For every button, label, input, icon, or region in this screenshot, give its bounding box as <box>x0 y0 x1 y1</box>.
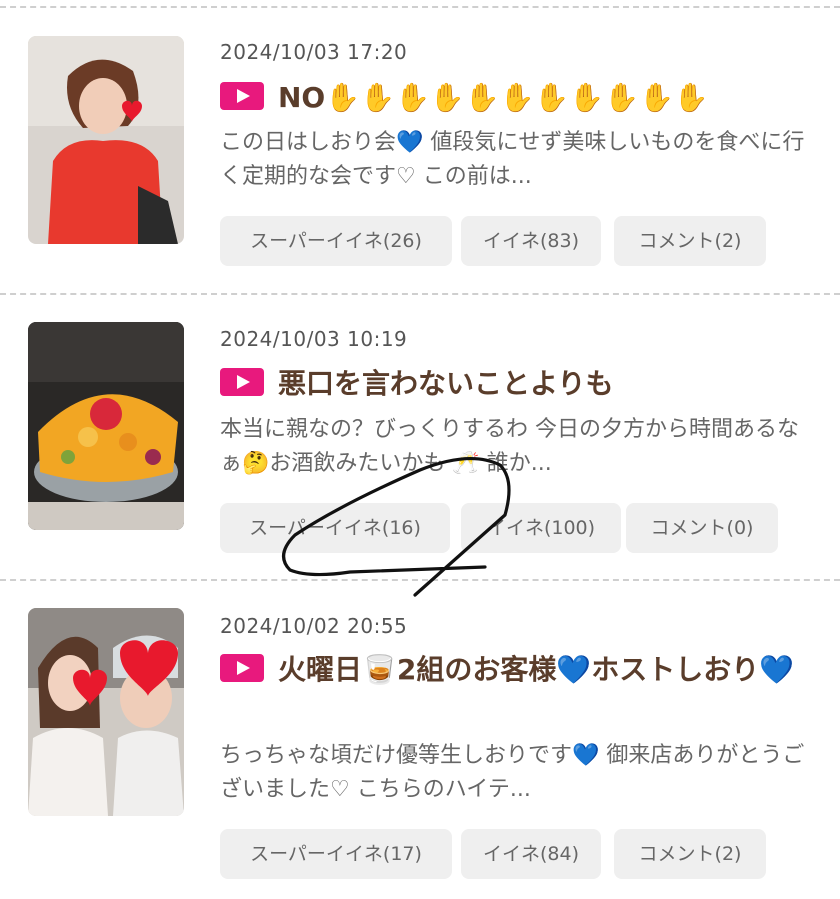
post-thumbnail[interactable] <box>28 608 184 816</box>
divider <box>0 579 840 581</box>
super-like-button[interactable]: スーパーイイネ(26) <box>220 216 452 266</box>
comment-button[interactable]: コメント(2) <box>614 216 766 266</box>
comment-button[interactable]: コメント(2) <box>614 829 766 879</box>
like-button[interactable]: イイネ(84) <box>461 829 601 879</box>
post-excerpt: 本当に親なの？びっくりするわ 今日の夕方から時間あるなぁ🤔お酒飲みたいかも 🥂 … <box>220 417 799 476</box>
post-title-text: NO✋✋✋✋✋✋✋✋✋✋✋ <box>278 81 709 114</box>
post-title-text: 火曜日🥃2組のお客様💙ホストしおり💙 <box>278 653 795 686</box>
post-excerpt: ちっちゃな頃だけ優等生しおりです💙 御来店ありがとうございました♡ こちらのハイ… <box>220 743 805 802</box>
divider <box>0 6 840 8</box>
comment-button[interactable]: コメント(0) <box>626 503 778 553</box>
play-badge-icon <box>220 368 264 396</box>
post-date: 2024/10/03 10:19 <box>220 327 408 351</box>
like-button[interactable]: イイネ(100) <box>461 503 621 553</box>
play-badge-icon <box>220 654 264 682</box>
super-like-button[interactable]: スーパーイイネ(16) <box>220 503 450 553</box>
post-title[interactable]: NO✋✋✋✋✋✋✋✋✋✋✋ <box>220 78 820 118</box>
divider <box>0 293 840 295</box>
super-like-button[interactable]: スーパーイイネ(17) <box>220 829 452 879</box>
like-button[interactable]: イイネ(83) <box>461 216 601 266</box>
post-excerpt: この日はしおり会💙 値段気にせず美味しいものを食べに行く定期的な会です♡ この前… <box>220 130 805 189</box>
post-date: 2024/10/02 20:55 <box>220 614 408 638</box>
play-badge-icon <box>220 82 264 110</box>
post-date: 2024/10/03 17:20 <box>220 40 408 64</box>
post-thumbnail[interactable] <box>28 36 184 244</box>
post-title[interactable]: 火曜日🥃2組のお客様💙ホストしおり💙 <box>220 650 820 690</box>
post-thumbnail[interactable] <box>28 322 184 530</box>
post-title-text: 悪口を言わないことよりも <box>278 367 614 400</box>
post-title[interactable]: 悪口を言わないことよりも <box>220 364 820 404</box>
